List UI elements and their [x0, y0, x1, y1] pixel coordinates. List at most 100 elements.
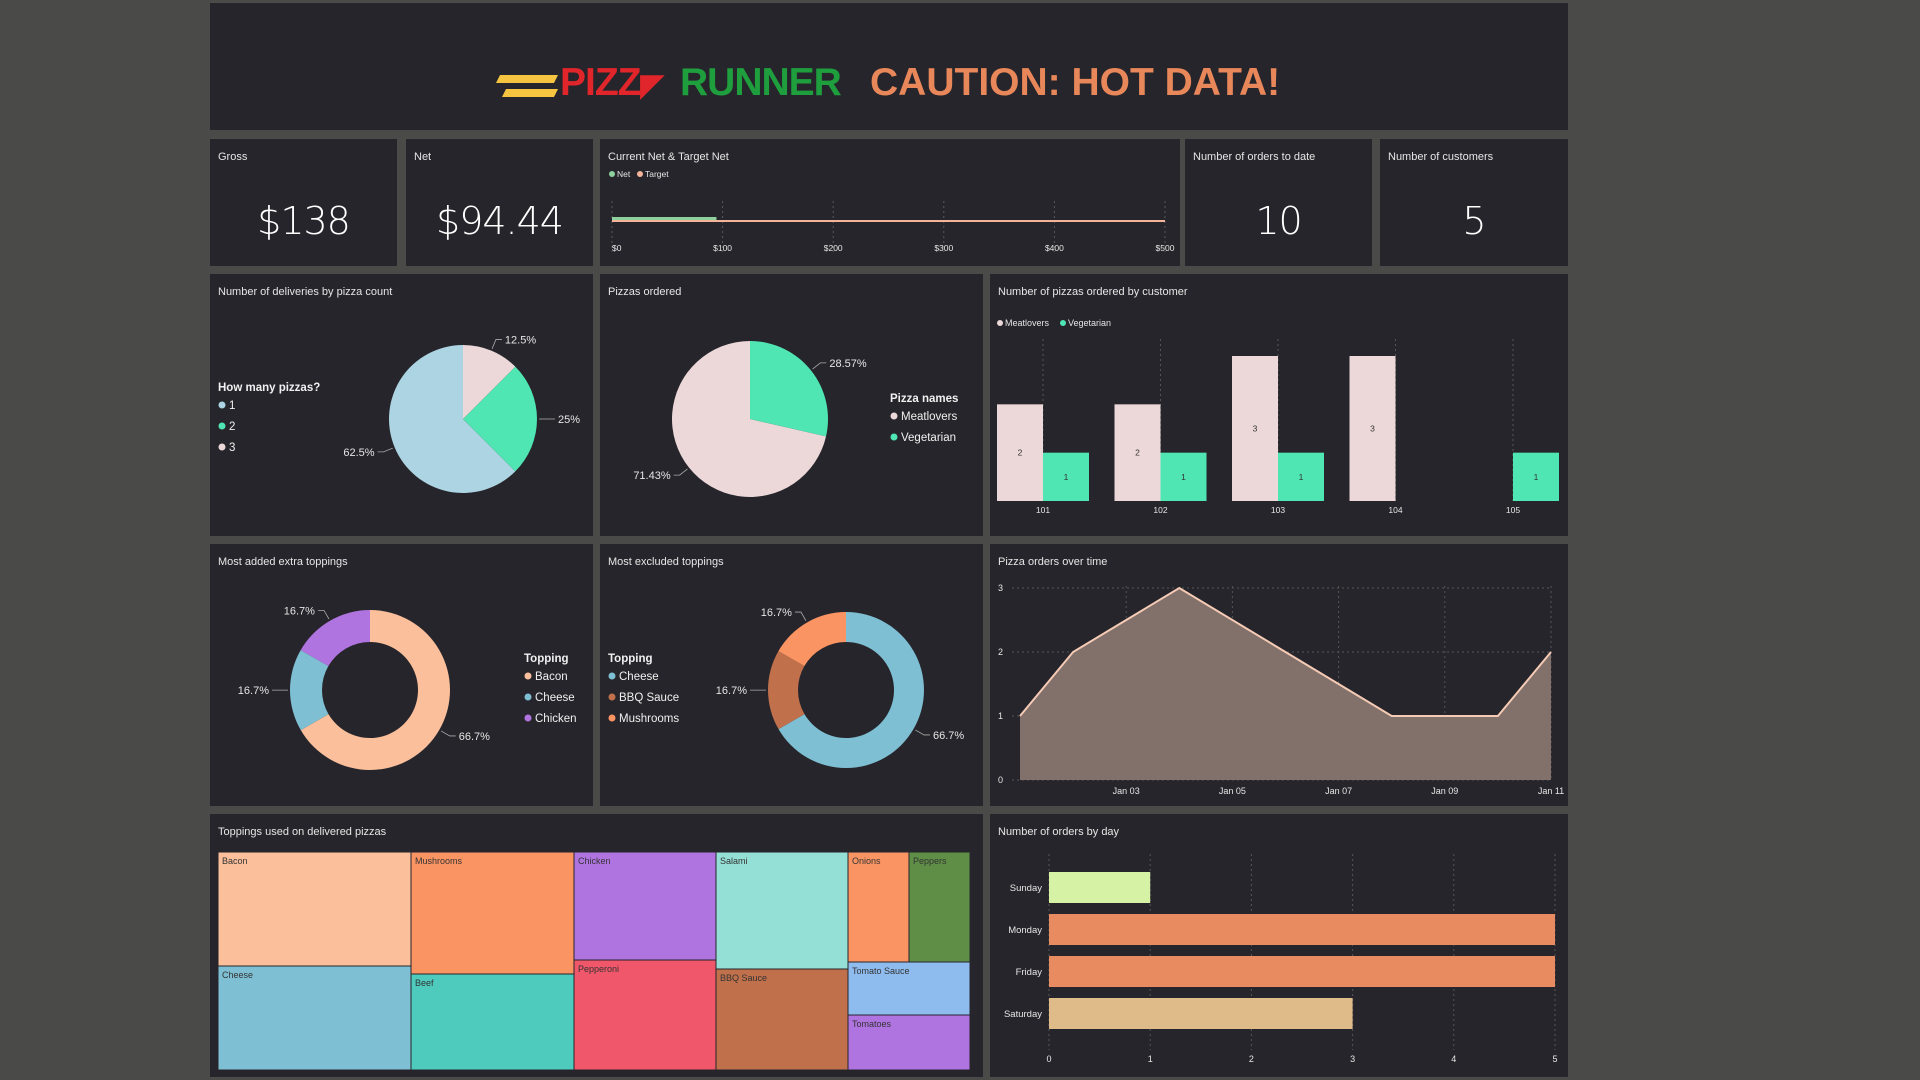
- bar-value-label: 1: [1299, 472, 1304, 482]
- x-tick-label: 0: [1046, 1054, 1051, 1064]
- legend-dot: [524, 714, 532, 722]
- y-tick-label: 3: [998, 583, 1003, 593]
- bar-sunday: [1049, 872, 1151, 903]
- bar-friday: [1049, 956, 1555, 987]
- treemap-label: Onions: [852, 856, 881, 866]
- bar-value-label: 1: [1181, 472, 1186, 482]
- treemap-label: Tomato Sauce: [852, 966, 910, 976]
- treemap-label: Chicken: [578, 856, 611, 866]
- y-tick-label: Monday: [1008, 925, 1042, 936]
- logo-stripes-icon: [496, 75, 558, 97]
- legend-title: Topping: [608, 653, 653, 665]
- legend-label: Cheese: [535, 692, 575, 704]
- treemap-cell-pepperoni: [573, 959, 717, 1071]
- slice-label: 16.7%: [716, 685, 747, 697]
- treemap-label: Bacon: [222, 856, 248, 866]
- orders-over-time-chart: 0 1 2 3 Jan 03 Jan 05 Jan 07 Jan 09 Jan 11: [998, 583, 1564, 796]
- x-tick-label: Jan 09: [1431, 786, 1458, 796]
- legend-label: 1: [229, 400, 235, 412]
- x-tick-label: 1: [1148, 1054, 1153, 1064]
- legend-label: Vegetarian: [901, 432, 956, 444]
- banner: PIZZ◤ RUNNER CAUTION: HOT DATA!: [210, 3, 1568, 130]
- legend-dot: [890, 433, 898, 441]
- gross-card: Gross $138: [210, 139, 397, 266]
- treemap-cell-onions: [847, 851, 910, 963]
- slice-label: 25%: [558, 414, 580, 426]
- by-customer-bar-chart: Meatlovers Vegetarian 2 1 101 2 1 102 3 1 103 3 104 1…: [997, 318, 1559, 515]
- legend-dot: [524, 672, 532, 680]
- target-line: [612, 220, 1165, 222]
- y-tick-label: Saturday: [1004, 1009, 1042, 1020]
- legend-label: 3: [229, 442, 235, 454]
- legend-dot: [218, 401, 226, 409]
- customers-card: Number of customers 5: [1380, 139, 1568, 266]
- deliveries-pie-chart: 62.5% 25% 12.5% How many pizzas? 1 2 3: [218, 335, 580, 493]
- legend-dot: [609, 171, 615, 177]
- gross-label: Gross: [218, 151, 248, 163]
- y-tick-label: 2: [998, 647, 1003, 657]
- slice-label: 16.7%: [761, 607, 792, 619]
- net-card: Net $94.44: [406, 139, 593, 266]
- legend-dot: [524, 693, 532, 701]
- legend-dot: [218, 422, 226, 430]
- y-tick-label: Friday: [1016, 967, 1043, 978]
- pizza-slice-icon: ◤: [640, 69, 664, 102]
- treemap-label: Salami: [720, 856, 748, 866]
- gross-value: $138: [257, 199, 351, 243]
- treemap-label: Peppers: [913, 856, 947, 866]
- y-tick-label: Sunday: [1010, 883, 1042, 894]
- y-tick-label: 1: [998, 711, 1003, 721]
- excluded-toppings-donut: 66.7% 16.7% 16.7% Topping Cheese BBQ Sauce Mus…: [608, 607, 964, 768]
- extra-toppings-card: Most added extra toppings 66.7% 16.7% 16.7…: [210, 544, 593, 806]
- legend-label: Bacon: [535, 671, 568, 683]
- legend-dot: [890, 412, 898, 420]
- legend-dot: [997, 320, 1003, 326]
- x-tick-label: 5: [1552, 1054, 1557, 1064]
- orders-value: 10: [1255, 199, 1302, 243]
- legend-dot: [218, 443, 226, 451]
- bar-monday: [1049, 914, 1555, 945]
- net-target-card: Current Net & Target Net Net Target $0 $100…: [600, 139, 1180, 266]
- customers-value: 5: [1462, 199, 1486, 243]
- x-tick-label: $100: [713, 243, 732, 253]
- legend-label: Target: [645, 169, 669, 179]
- legend-dot: [608, 672, 616, 680]
- legend-title: Pizza names: [890, 393, 958, 405]
- x-tick-label: $400: [1045, 243, 1064, 253]
- bar-value-label: 3: [1370, 424, 1375, 434]
- treemap-label: Tomatoes: [852, 1019, 892, 1029]
- customers-label: Number of customers: [1388, 151, 1494, 163]
- legend-label: Mushrooms: [619, 713, 679, 725]
- treemap-label: BBQ Sauce: [720, 973, 767, 983]
- x-tick-label: Jan 11: [1538, 786, 1564, 796]
- legend-dot: [1060, 320, 1066, 326]
- leader-line: [915, 729, 930, 736]
- treemap-label: Beef: [415, 978, 434, 988]
- leader-line: [317, 609, 330, 620]
- legend-label: Chicken: [535, 713, 577, 725]
- deliveries-card: Number of deliveries by pizza count 62.5…: [210, 274, 593, 536]
- x-tick-label: $200: [824, 243, 843, 253]
- dashboard: PIZZ◤ RUNNER CAUTION: HOT DATA! Gross $1…: [207, 0, 1571, 1080]
- legend-title: How many pizzas?: [218, 382, 320, 394]
- leader-line: [491, 339, 502, 349]
- legend-dot: [637, 171, 643, 177]
- legend-label: Meatlovers: [901, 411, 957, 423]
- logo-runner: RUNNER: [680, 61, 842, 104]
- treemap-card: Toppings used on delivered pizzas Bacon C…: [210, 814, 983, 1077]
- x-tick-label: 4: [1451, 1054, 1456, 1064]
- leader-line: [440, 730, 456, 737]
- treemap-label: Pepperoni: [578, 964, 619, 974]
- orders-over-time-card: Pizza orders over time 0 1 2 3 Jan 03 Jan 05 J…: [990, 544, 1568, 806]
- slice-label: 16.7%: [284, 605, 315, 617]
- slice-label: 66.7%: [933, 730, 964, 742]
- leader-line: [812, 362, 827, 370]
- leader-line: [377, 447, 393, 453]
- x-tick-label: $300: [934, 243, 953, 253]
- excluded-toppings-card: Most excluded toppings 66.7% 16.7% 16.7% To…: [600, 544, 983, 806]
- logo-pizz: PIZZ: [560, 61, 641, 104]
- net-target-chart: Net Target $0 $100 $200 $300 $400 $500: [609, 169, 1175, 253]
- slice-label: 12.5%: [505, 335, 536, 347]
- legend-dot: [608, 693, 616, 701]
- slice-label: 28.57%: [829, 358, 867, 370]
